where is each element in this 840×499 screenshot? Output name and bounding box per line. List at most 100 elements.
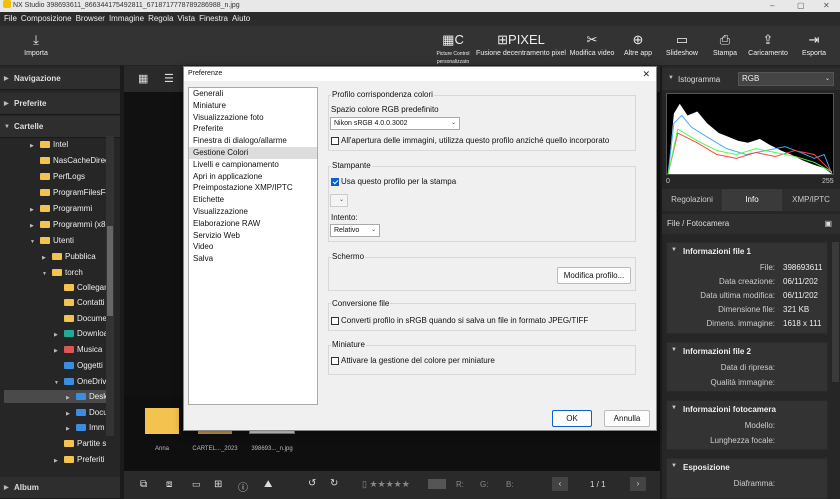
rating-stars[interactable]: ▯ ★★★★★ — [362, 479, 410, 490]
print-button[interactable]: ⎙ Stampa — [710, 30, 740, 58]
menu-file[interactable]: File — [4, 14, 17, 23]
tree-item[interactable]: ▶ Programmi (x86 — [30, 218, 106, 231]
tree-item[interactable]: Oggetti — [64, 359, 106, 372]
print-profile-select[interactable]: ⌄ — [330, 194, 348, 207]
folder-scrollbar[interactable] — [106, 136, 114, 436]
histogram-icon[interactable]: ⛰ — [264, 479, 272, 490]
left-panel: ▶ Navigazione ▶ Preferite ▼ Cartelle ▶ Intel… — [0, 66, 120, 499]
info-icon[interactable]: ⓘ — [238, 479, 248, 494]
tree-item[interactable]: ▼ Utenti — [30, 234, 106, 247]
tree-item[interactable]: ▶ Imm — [66, 421, 106, 434]
tree-item[interactable]: ▶ Preferiti — [54, 453, 106, 466]
info-scrollbar[interactable] — [832, 242, 839, 382]
nav-item-generali[interactable]: Generali — [189, 88, 317, 100]
nav-item-preferite[interactable]: Preferite — [189, 123, 317, 135]
menu-regola[interactable]: Regola — [148, 14, 173, 23]
nav-item-etichette[interactable]: Etichette — [189, 194, 317, 206]
grid-icon[interactable]: ⊞ — [214, 479, 222, 490]
next-page-button[interactable]: › — [630, 477, 646, 491]
list-view-icon[interactable]: ☰ — [164, 72, 174, 85]
thumbnail-folder[interactable]: Anna — [144, 408, 180, 452]
menu-browser[interactable]: Browser — [76, 14, 105, 23]
rgb-space-select[interactable]: Nikon sRGB 4.0.0.3002 ⌄ — [330, 117, 460, 130]
tree-item[interactable]: ▶ Musica — [54, 343, 106, 356]
tree-item[interactable]: PerfLogs — [40, 170, 106, 183]
picture-control-button[interactable]: ▦C Picture Control personalizzato — [432, 30, 474, 66]
camera-icon[interactable]: ▣ — [824, 214, 832, 234]
modify-profile-button[interactable]: Modifica profilo... — [557, 267, 631, 284]
thumb-color-checkbox[interactable] — [331, 357, 339, 365]
folders-header[interactable]: ▼ Cartelle — [0, 116, 120, 138]
tab-regolazioni[interactable]: Regolazioni — [662, 189, 722, 211]
edit-video-button[interactable]: ✂ Modifica video — [568, 30, 616, 58]
nav-item-miniature[interactable]: Miniature — [189, 100, 317, 112]
nav-item-gestione-colori[interactable]: Gestione Colori — [189, 146, 317, 159]
scrollbar-thumb[interactable] — [107, 226, 113, 316]
folder-icon — [40, 189, 50, 196]
convert-srgb-checkbox[interactable] — [331, 317, 339, 325]
chevron-down-icon: ⌄ — [450, 120, 456, 126]
prev-page-button[interactable]: ‹ — [552, 477, 568, 491]
nav-item-visualizzazione-foto[interactable]: Visualizzazione foto — [189, 112, 317, 124]
intent-select[interactable]: Relativo ⌄ — [330, 224, 380, 237]
ok-button[interactable]: OK — [552, 410, 592, 427]
nav-item-salva[interactable]: Salva — [189, 253, 317, 265]
favorites-header[interactable]: ▶ Preferite — [0, 93, 120, 115]
grid-view-icon[interactable]: ▦ — [138, 72, 148, 85]
tree-item[interactable]: ▶ Pubblica — [42, 250, 106, 263]
viewer-icon[interactable]: ▭ — [192, 479, 201, 490]
tree-item[interactable]: NasCacheDirec — [40, 154, 106, 167]
label-swatch[interactable] — [428, 479, 446, 489]
tab-info[interactable]: Info — [722, 189, 782, 211]
menu-aiuto[interactable]: Aiuto — [232, 14, 250, 23]
tree-item[interactable]: Docume — [64, 312, 106, 325]
tree-item[interactable]: Partite s — [64, 437, 106, 450]
tree-item[interactable]: Collegar — [64, 281, 106, 294]
tab-xmp-iptc[interactable]: XMP/IPTC — [782, 189, 840, 211]
cancel-button[interactable]: Annulla — [604, 410, 650, 427]
menu-composizione[interactable]: Composizione — [21, 14, 72, 23]
pixel-shift-button[interactable]: ⊞PIXEL Fusione decentramento pixel — [476, 30, 566, 58]
nav-item-video[interactable]: Video — [189, 241, 317, 253]
nav-item-xmp-iptc[interactable]: Preimpostazione XMP/IPTC — [189, 182, 317, 194]
use-profile-print-checkbox[interactable] — [331, 178, 339, 186]
tree-item[interactable]: Contatti — [64, 296, 106, 309]
tree-item[interactable]: ▶ Programmi — [30, 202, 106, 215]
close-window-icon[interactable]: ✕ — [823, 0, 830, 12]
rotate-left-icon[interactable]: ↺ — [308, 478, 316, 489]
nav-item-servizio-web[interactable]: Servizio Web — [189, 230, 317, 242]
tree-item[interactable]: ProgramFilesFo — [40, 186, 106, 199]
page-indicator: 1 / 1 — [590, 480, 606, 489]
tree-item[interactable]: ▶ Downloa — [54, 327, 106, 340]
album-header[interactable]: ▶ Album — [0, 477, 120, 499]
tree-item[interactable]: ▶ Intel — [30, 138, 106, 151]
menu-vista[interactable]: Vista — [177, 14, 195, 23]
tree-item[interactable]: ▼ OneDriv — [54, 375, 106, 388]
slideshow-button[interactable]: ▭ Slideshow — [664, 30, 700, 58]
menu-immagine[interactable]: Immagine — [109, 14, 144, 23]
tree-item[interactable]: ▶ Docu — [66, 406, 106, 419]
other-apps-button[interactable]: ⊕ Altre app — [620, 30, 656, 58]
compare-icon[interactable]: ⧈ — [166, 479, 172, 490]
channel-select[interactable]: RGB ⌄ — [738, 72, 834, 86]
close-icon[interactable]: ✕ — [642, 67, 650, 81]
navigation-header[interactable]: ▶ Navigazione — [0, 68, 120, 90]
maximize-icon[interactable]: ▢ — [797, 0, 805, 12]
minimize-icon[interactable]: – — [770, 0, 774, 12]
nav-item-apri-applicazione[interactable]: Apri in applicazione — [189, 171, 317, 183]
nav-item-livelli[interactable]: Livelli e campionamento — [189, 159, 317, 171]
info-box-camera: ▼ Informazioni fotocamera Modello: Lungh… — [666, 400, 828, 450]
export-button[interactable]: ⇥ Esporta — [798, 30, 830, 58]
nav-item-finestra-dialogo[interactable]: Finestra di dialogo/allarme — [189, 135, 317, 147]
nav-item-elaborazione-raw[interactable]: Elaborazione RAW — [189, 218, 317, 230]
collapse-icon[interactable]: ▼ — [668, 75, 674, 81]
import-button[interactable]: ⤓ Importa — [18, 30, 54, 58]
stack-icon[interactable]: ⧉ — [140, 479, 147, 490]
tree-item-selected[interactable]: ▶ Desk — [66, 390, 106, 403]
menu-finestra[interactable]: Finestra — [199, 14, 228, 23]
open-use-profile-checkbox[interactable] — [331, 137, 339, 145]
rotate-right-icon[interactable]: ↻ — [330, 478, 338, 489]
tree-item[interactable]: ▼ torch — [42, 266, 106, 279]
nav-item-visualizzazione[interactable]: Visualizzazione — [189, 206, 317, 218]
upload-button[interactable]: ⇪ Caricamento — [746, 30, 790, 58]
